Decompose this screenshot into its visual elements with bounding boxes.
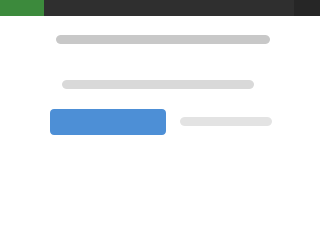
- top-bar: [0, 0, 320, 16]
- brand-logo[interactable]: [0, 0, 44, 16]
- primary-action-button[interactable]: [50, 109, 166, 135]
- secondary-action-link[interactable]: [180, 117, 272, 126]
- content-text-line-2: [62, 80, 254, 89]
- top-bar-right-area: [294, 0, 320, 16]
- content-text-line-1: [56, 35, 270, 44]
